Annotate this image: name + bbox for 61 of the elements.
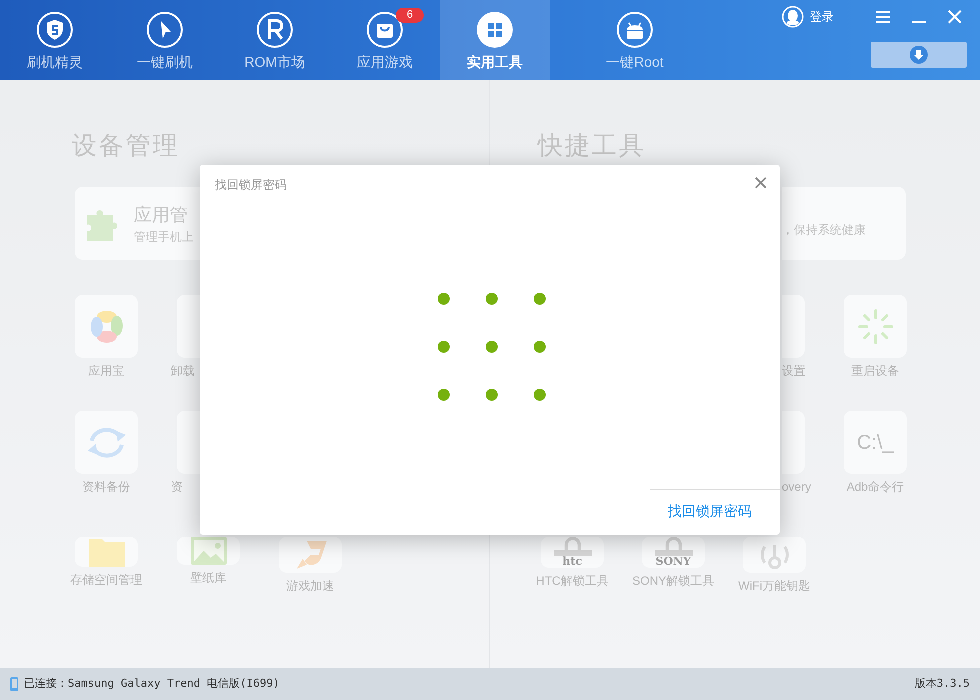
tool-tile[interactable] xyxy=(75,537,138,567)
four-petal-icon xyxy=(88,308,124,344)
tool-tile[interactable] xyxy=(75,411,138,474)
nav-tab[interactable]: 应用游戏 6 xyxy=(330,0,440,80)
download-button[interactable] xyxy=(871,42,967,68)
padlock-icon xyxy=(654,537,692,556)
tile-icon-text: C:\_ xyxy=(857,430,894,456)
tool-tile[interactable]: SONY xyxy=(642,537,705,568)
menu-icon[interactable] xyxy=(876,11,890,23)
loading-spinner-icon xyxy=(858,308,894,344)
shield-icon xyxy=(36,11,74,49)
shopping-bag-icon xyxy=(366,11,404,49)
phone-icon xyxy=(10,676,19,692)
close-icon[interactable] xyxy=(948,10,962,24)
tile-background xyxy=(782,411,805,474)
tool-label: HTC解锁工具 xyxy=(536,574,609,588)
tool-label: 卸载 xyxy=(171,364,196,378)
tool-card[interactable]: ，保持系统健康 xyxy=(782,187,906,260)
connection-status: 已连接：Samsung Galaxy Trend 电信版(I699) xyxy=(24,676,280,692)
tool-label: 壁纸库 xyxy=(190,571,226,585)
tool-tile[interactable]: C:\_ xyxy=(844,411,907,474)
nav-tab[interactable]: 一键Root xyxy=(580,0,690,80)
user-avatar-icon xyxy=(782,6,804,28)
tool-label: 存储空间管理 xyxy=(70,573,142,587)
tool-tile[interactable] xyxy=(279,537,342,573)
nav-tab[interactable]: 一键刷机 xyxy=(110,0,220,80)
cursor-icon xyxy=(146,11,184,49)
tool-tile[interactable] xyxy=(75,295,138,358)
tool-label: SONY解锁工具 xyxy=(632,574,715,588)
tile-background xyxy=(782,295,805,358)
tool-label: 重启设备 xyxy=(852,364,900,378)
folder-icon xyxy=(88,537,124,567)
tool-tile[interactable] xyxy=(177,537,240,565)
android-icon xyxy=(616,11,654,49)
tool-label: 游戏加速 xyxy=(286,579,334,593)
version-label: 版本3.3.5 xyxy=(914,676,970,692)
nav-tab[interactable]: 实用工具 xyxy=(440,0,550,80)
logo-text: htc xyxy=(562,556,582,568)
tool-tile[interactable]: htc xyxy=(541,537,604,568)
tool-label: 资料备份 xyxy=(82,480,130,494)
card-subtitle: ，保持系统健康 xyxy=(782,223,867,237)
grid-icon xyxy=(476,11,514,49)
padlock-icon xyxy=(554,537,592,556)
notification-badge: 6 xyxy=(396,8,424,23)
tool-label: 资 xyxy=(171,480,184,494)
tool-label: WiFi万能钥匙 xyxy=(738,579,810,593)
close-button[interactable] xyxy=(755,177,767,189)
tool-label: Adb命令行 xyxy=(846,480,904,494)
login-button[interactable]: 登录 xyxy=(782,6,834,28)
tool-tile[interactable] xyxy=(844,295,907,358)
tool-label: overy xyxy=(782,480,811,494)
tool-label: 应用宝 xyxy=(88,364,124,378)
nav-tab[interactable]: 刷机精灵 xyxy=(0,0,110,80)
tool-label: 设置 xyxy=(782,364,807,378)
nav-tab[interactable]: ROM市场 xyxy=(220,0,330,80)
letter-r-icon xyxy=(256,11,294,49)
logo-text: SONY xyxy=(656,556,692,568)
tool-tile[interactable] xyxy=(743,537,806,573)
image-icon xyxy=(190,537,226,565)
dialog-title: 找回锁屏密码 xyxy=(215,178,287,192)
recover-password-link[interactable]: 找回锁屏密码 xyxy=(668,502,752,520)
